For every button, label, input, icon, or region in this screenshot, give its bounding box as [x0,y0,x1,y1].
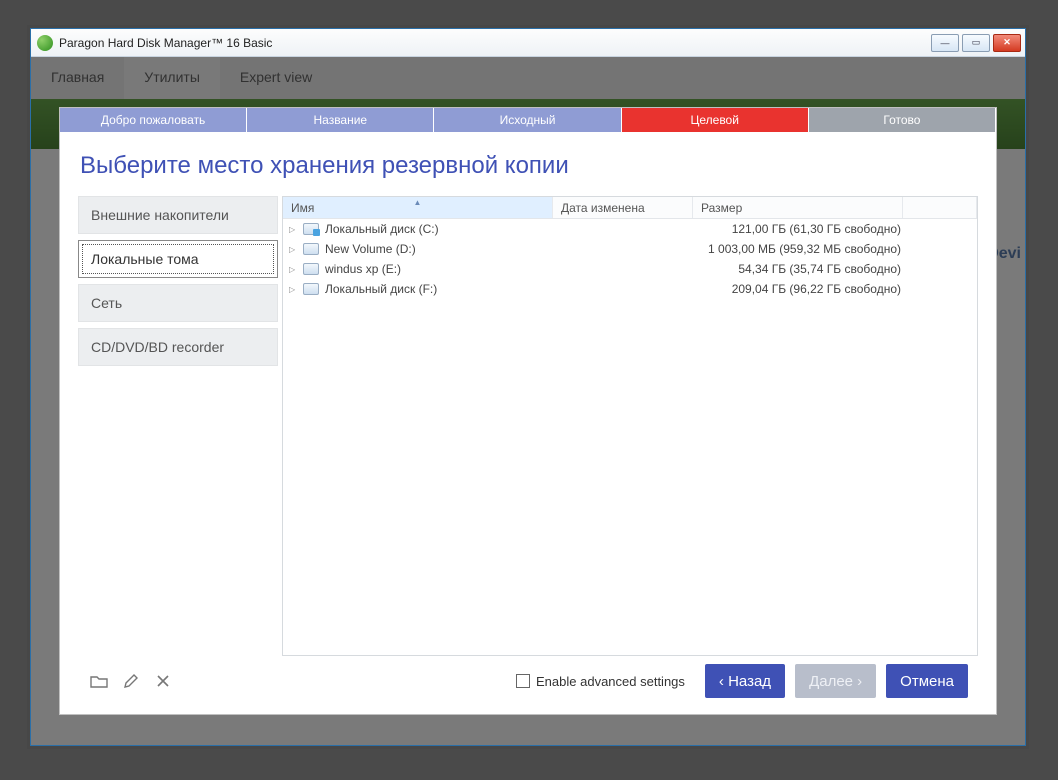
category-optical[interactable]: CD/DVD/BD recorder [78,328,278,366]
disk-icon [303,223,319,235]
close-button[interactable]: ✕ [993,34,1021,52]
column-headers: ▲ Имя Дата изменена Размер [283,197,977,219]
maximize-button[interactable]: ▭ [962,34,990,52]
checkbox-icon [516,674,530,688]
category-local[interactable]: Локальные тома [78,240,278,278]
step-name[interactable]: Название [247,108,434,132]
category-list: Внешние накопители Локальные тома Сеть C… [78,196,278,656]
volume-row[interactable]: ▷ New Volume (D:) 1 003,00 МБ (959,32 МБ… [283,239,977,259]
step-source[interactable]: Исходный [434,108,621,132]
dialog-footer: Enable advanced settings ‹ Назад Далее ›… [78,656,978,706]
cancel-button[interactable]: Отмена [886,664,968,698]
expand-icon[interactable]: ▷ [289,225,299,234]
new-folder-icon[interactable] [88,670,110,692]
dialog-title: Выберите место хранения резервной копии [80,152,978,180]
app-icon [37,35,53,51]
app-window: Paragon Hard Disk Manager™ 16 Basic — ▭ … [30,28,1026,746]
col-spacer [903,197,977,218]
volume-rows: ▷ Локальный диск (C:) 121,00 ГБ (61,30 Г… [283,219,977,655]
volume-panel: ▲ Имя Дата изменена Размер ▷ Локальный д… [282,196,978,656]
expand-icon[interactable]: ▷ [289,245,299,254]
volume-row[interactable]: ▷ windus xp (E:) 54,34 ГБ (35,74 ГБ своб… [283,259,977,279]
col-size[interactable]: Размер [693,197,903,218]
col-name[interactable]: ▲ Имя [283,197,553,218]
volume-row[interactable]: ▷ Локальный диск (F:) 209,04 ГБ (96,22 Г… [283,279,977,299]
volume-row[interactable]: ▷ Локальный диск (C:) 121,00 ГБ (61,30 Г… [283,219,977,239]
step-target[interactable]: Целевой [622,108,809,132]
col-date[interactable]: Дата изменена [553,197,693,218]
step-ready[interactable]: Готово [809,108,996,132]
back-button[interactable]: ‹ Назад [705,664,785,698]
expand-icon[interactable]: ▷ [289,265,299,274]
category-external[interactable]: Внешние накопители [78,196,278,234]
delete-icon[interactable] [152,670,174,692]
disk-icon [303,243,319,255]
next-button: Далее › [795,664,876,698]
titlebar: Paragon Hard Disk Manager™ 16 Basic — ▭ … [31,29,1025,57]
disk-icon [303,283,319,295]
expand-icon[interactable]: ▷ [289,285,299,294]
wizard-steps: Добро пожаловать Название Исходный Целев… [60,108,996,132]
disk-icon [303,263,319,275]
edit-icon[interactable] [120,670,142,692]
step-welcome[interactable]: Добро пожаловать [60,108,247,132]
wizard-dialog: Добро пожаловать Название Исходный Целев… [59,107,997,715]
advanced-settings-checkbox[interactable]: Enable advanced settings [516,674,685,689]
sort-asc-icon: ▲ [414,198,422,207]
window-title: Paragon Hard Disk Manager™ 16 Basic [59,36,931,50]
category-network[interactable]: Сеть [78,284,278,322]
minimize-button[interactable]: — [931,34,959,52]
